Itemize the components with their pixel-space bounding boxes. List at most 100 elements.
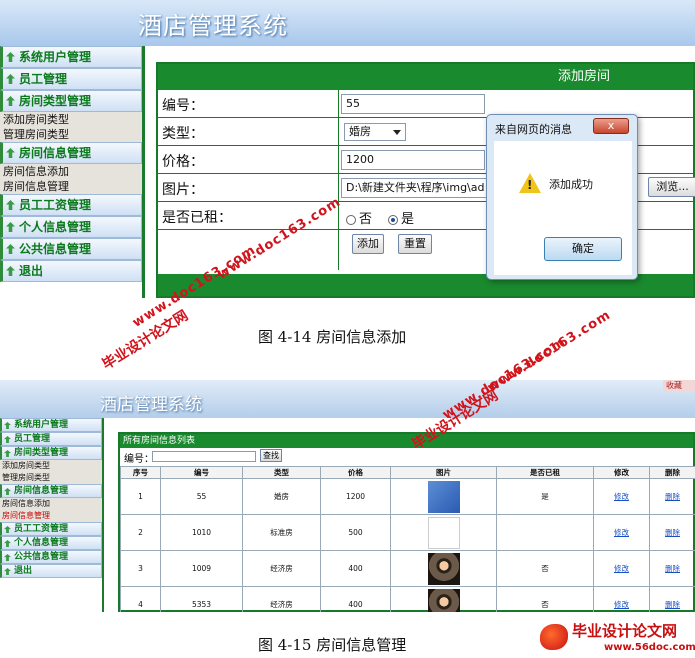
table-row: 1 55 婚房 1200 是 修改 删除	[120, 478, 695, 515]
sidebar-item[interactable]: 个人信息管理	[0, 216, 142, 238]
sidebar-subitem[interactable]: 房间信息添加	[0, 498, 102, 510]
add-button[interactable]: 添加	[352, 234, 384, 254]
app-header: 酒店管理系统	[0, 0, 695, 46]
rented-no-option[interactable]: 否	[346, 208, 372, 227]
edit-link[interactable]: 修改	[614, 564, 629, 573]
cell-edit: 修改	[593, 514, 650, 551]
sidebar-item-label: 退出	[19, 264, 44, 278]
sidebar-item[interactable]: 退出	[0, 564, 102, 578]
sidebar-item-label: 房间类型管理	[19, 94, 92, 108]
sidebar-subitem[interactable]: 添加房间类型	[0, 460, 102, 472]
arrow-up-icon	[4, 540, 11, 547]
browse-button[interactable]: 浏览...	[648, 177, 695, 197]
cell-price: 500	[320, 514, 391, 551]
sidebar-subitem[interactable]: 房间信息添加	[0, 164, 142, 179]
close-button[interactable]: x	[593, 118, 629, 134]
sidebar-item-label: 个人信息管理	[14, 538, 69, 548]
ok-button[interactable]: 确定	[544, 237, 622, 261]
sidebar-item[interactable]: 系统用户管理	[0, 46, 142, 68]
sidebar-item-label: 员工工资管理	[14, 524, 69, 534]
table-row: 3 1009 经济房 400 否 修改 删除	[120, 550, 695, 587]
sidebar-subitem[interactable]: 房间信息管理	[0, 510, 102, 522]
sidebar-subitem[interactable]: 管理房间类型	[0, 472, 102, 484]
arrow-up-icon	[6, 200, 15, 210]
dialog-message: 添加成功	[549, 178, 593, 191]
sidebar-item[interactable]: 房间类型管理	[0, 90, 142, 112]
sidebar-item[interactable]: 员工管理	[0, 432, 102, 446]
sidebar-item-label: 房间信息管理	[14, 486, 69, 496]
sidebar-item[interactable]: 退出	[0, 260, 142, 282]
cell-type: 标准房	[242, 514, 321, 551]
cell-delete: 删除	[649, 514, 695, 551]
screenshot-add-room: 酒店管理系统 系统用户管理 员工管理 房间类型管理 添加房间类型 管理房间类型 房间信息管…	[0, 0, 695, 298]
column-header: 图片	[390, 466, 497, 479]
column-header: 价格	[320, 466, 391, 479]
sidebar-item[interactable]: 公共信息管理	[0, 238, 142, 260]
caption-figure-4-15: 图 4-15 房间信息管理	[258, 636, 407, 654]
list-title: 所有房间信息列表	[120, 434, 693, 448]
sidebar-subitem[interactable]: 房间信息管理	[0, 179, 142, 194]
sidebar-item[interactable]: 员工工资管理	[0, 194, 142, 216]
sidebar-item[interactable]: 系统用户管理	[0, 418, 102, 432]
sidebar-item-label: 员工管理	[19, 72, 68, 86]
column-header: 类型	[242, 466, 321, 479]
sidebar-item[interactable]: 房间信息管理	[0, 484, 102, 498]
sidebar-item[interactable]: 员工工资管理	[0, 522, 102, 536]
cell-rented: 是	[496, 478, 594, 515]
arrow-up-icon	[6, 74, 15, 84]
room-thumbnail	[427, 588, 460, 612]
type-select[interactable]: 婚房	[344, 123, 406, 141]
room-thumbnail	[427, 480, 460, 513]
room-thumbnail	[427, 516, 460, 549]
image-path-input[interactable]: D:\新建文件夹\程序\img\ad	[341, 178, 491, 198]
search-input[interactable]	[152, 451, 256, 462]
sidebar-item[interactable]: 个人信息管理	[0, 536, 102, 550]
sidebar-item-label: 公共信息管理	[19, 242, 92, 256]
image-label: 图片：	[162, 182, 204, 198]
rented-no-label: 否	[359, 212, 373, 227]
cell-type: 经济房	[242, 550, 321, 587]
delete-link[interactable]: 删除	[665, 564, 680, 573]
logo-title: 毕业设计论文网	[572, 622, 678, 640]
search-label: 编号：	[124, 454, 154, 465]
delete-link[interactable]: 删除	[665, 528, 680, 537]
number-label: 编号：	[162, 98, 204, 114]
warning-icon	[519, 173, 541, 193]
document-page: 酒店管理系统 系统用户管理 员工管理 房间类型管理 添加房间类型 管理房间类型 房间信息管…	[0, 0, 695, 658]
sidebar-item[interactable]: 房间类型管理	[0, 446, 102, 460]
delete-link[interactable]: 删除	[665, 492, 680, 501]
cell-seq: 2	[120, 514, 161, 551]
arrow-up-icon	[6, 266, 15, 276]
sidebar-item-label: 房间信息管理	[19, 146, 92, 160]
arrow-up-icon	[4, 526, 11, 533]
edit-link[interactable]: 修改	[614, 528, 629, 537]
cell-type: 经济房	[242, 586, 321, 612]
table-row: 4 5353 经济房 400 否修改 删除	[120, 586, 695, 612]
arrow-up-icon	[6, 52, 15, 62]
sidebar-item[interactable]: 房间信息管理	[0, 142, 142, 164]
rented-label: 是否已租：	[162, 210, 232, 226]
sidebar-subitem[interactable]: 添加房间类型	[0, 112, 142, 127]
favorite-link[interactable]: 收藏	[663, 380, 695, 392]
chevron-down-icon	[393, 130, 401, 135]
price-input[interactable]: 1200	[341, 150, 485, 170]
edit-link[interactable]: 修改	[614, 492, 629, 501]
cell-number: 55	[160, 478, 243, 515]
cell-seq: 1	[120, 478, 161, 515]
radio-yes[interactable]	[388, 214, 398, 225]
sidebar-item[interactable]: 公共信息管理	[0, 550, 102, 564]
sidebar-divider	[142, 46, 156, 298]
radio-no[interactable]	[346, 214, 356, 225]
sidebar-item[interactable]: 员工管理	[0, 68, 142, 90]
edit-link[interactable]: 修改	[614, 600, 629, 609]
cell-delete: 删除	[649, 586, 695, 612]
reset-button[interactable]: 重置	[398, 234, 432, 254]
rented-yes-option[interactable]: 是	[388, 208, 414, 227]
arrow-up-icon	[6, 96, 15, 106]
delete-link[interactable]: 删除	[665, 600, 680, 609]
arrow-up-icon	[4, 450, 11, 457]
sidebar-subitem[interactable]: 管理房间类型	[0, 127, 142, 142]
search-button[interactable]: 查找	[260, 449, 282, 462]
sidebar-item-label: 员工工资管理	[19, 198, 92, 212]
number-input[interactable]: 55	[341, 94, 485, 114]
